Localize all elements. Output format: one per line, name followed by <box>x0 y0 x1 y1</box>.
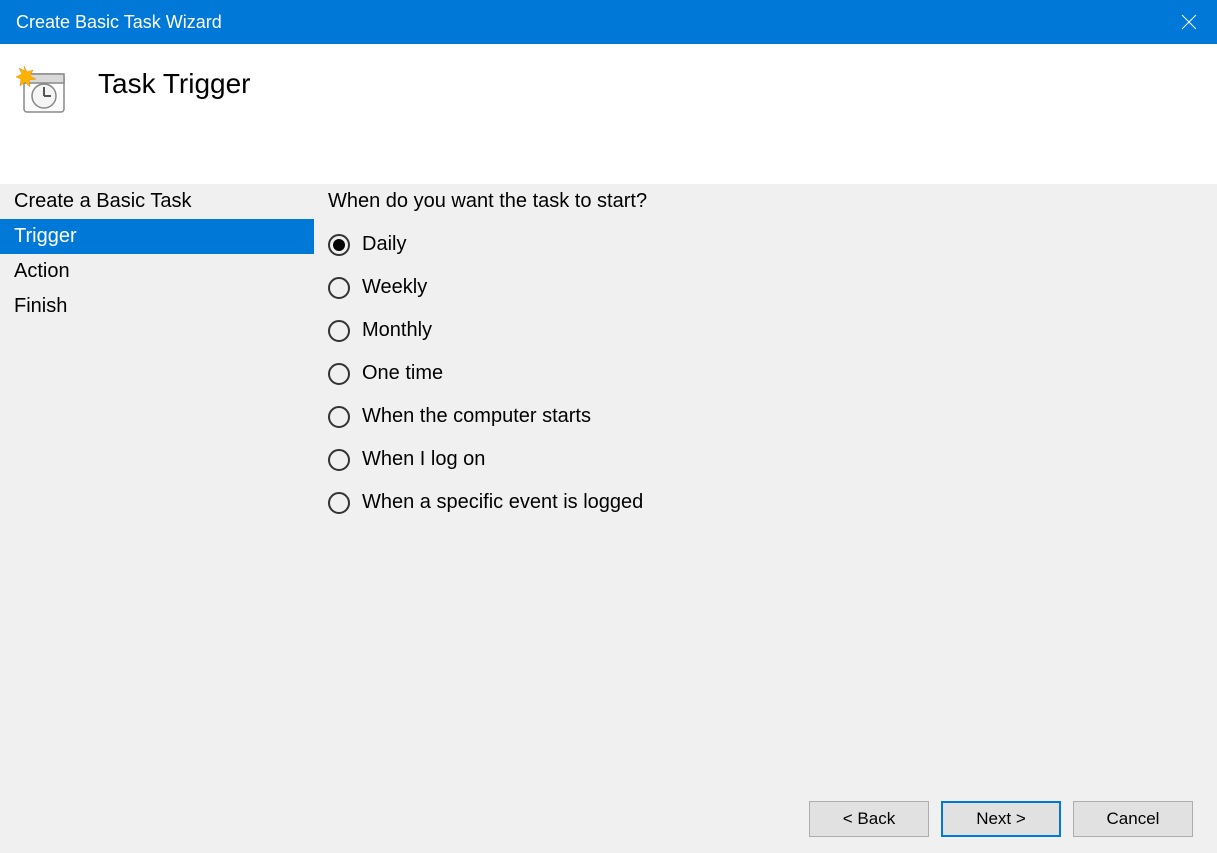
wizard-icon <box>16 64 68 116</box>
sidebar-item-create-basic-task[interactable]: Create a Basic Task <box>0 184 314 219</box>
titlebar-text: Create Basic Task Wizard <box>16 12 222 33</box>
titlebar: Create Basic Task Wizard <box>0 0 1217 44</box>
sidebar-item-label: Finish <box>14 295 67 317</box>
radio-option-weekly[interactable]: Weekly <box>328 276 1203 299</box>
radio-option-event-logged[interactable]: When a specific event is logged <box>328 491 1203 514</box>
radio-option-monthly[interactable]: Monthly <box>328 319 1203 342</box>
sidebar-item-action[interactable]: Action <box>0 254 314 289</box>
radio-option-daily[interactable]: Daily <box>328 233 1203 256</box>
radio-label: Monthly <box>362 319 432 342</box>
sidebar-item-label: Trigger <box>14 225 77 247</box>
sidebar-item-label: Action <box>14 260 70 282</box>
close-icon <box>1181 14 1197 30</box>
radio-label: When a specific event is logged <box>362 491 643 514</box>
cancel-button[interactable]: Cancel <box>1073 801 1193 837</box>
sidebar-item-trigger[interactable]: Trigger <box>0 219 314 254</box>
footer: < Back Next > Cancel <box>809 801 1193 837</box>
radio-icon <box>328 277 350 299</box>
sidebar-item-finish[interactable]: Finish <box>0 289 314 324</box>
back-button[interactable]: < Back <box>809 801 929 837</box>
radio-option-computer-starts[interactable]: When the computer starts <box>328 405 1203 428</box>
radio-icon <box>328 449 350 471</box>
radio-label: Weekly <box>362 276 427 299</box>
radio-icon <box>328 406 350 428</box>
page-title: Task Trigger <box>98 64 251 100</box>
radio-option-log-on[interactable]: When I log on <box>328 448 1203 471</box>
sidebar: Create a Basic Task Trigger Action Finis… <box>0 184 314 853</box>
radio-icon <box>328 492 350 514</box>
sidebar-item-label: Create a Basic Task <box>14 190 192 212</box>
radio-label: One time <box>362 362 443 385</box>
next-button[interactable]: Next > <box>941 801 1061 837</box>
radio-icon <box>328 234 350 256</box>
header: Task Trigger <box>0 44 1217 184</box>
radio-icon <box>328 320 350 342</box>
close-button[interactable] <box>1161 0 1217 44</box>
radio-label: Daily <box>362 233 406 256</box>
main-panel: When do you want the task to start? Dail… <box>314 184 1217 853</box>
radio-icon <box>328 363 350 385</box>
radio-label: When I log on <box>362 448 485 471</box>
radio-label: When the computer starts <box>362 405 591 428</box>
radio-option-one-time[interactable]: One time <box>328 362 1203 385</box>
body: Create a Basic Task Trigger Action Finis… <box>0 184 1217 853</box>
question-text: When do you want the task to start? <box>328 190 1203 213</box>
